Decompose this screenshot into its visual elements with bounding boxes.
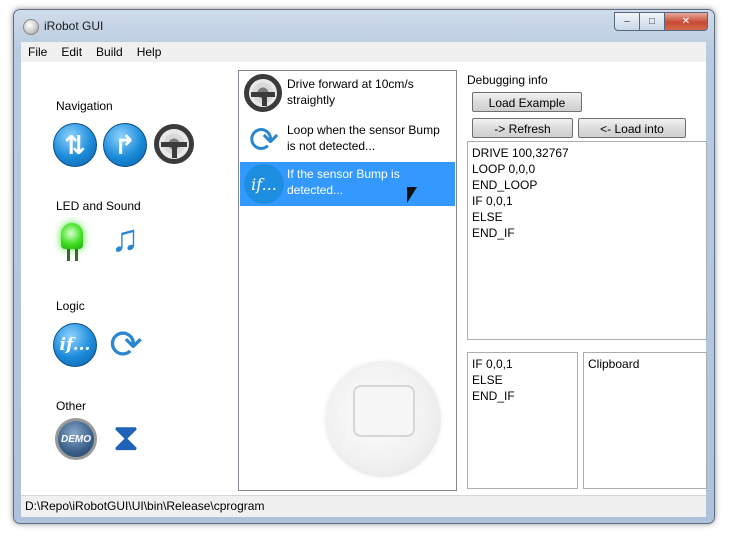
up-down-arrow-icon: ⇅ bbox=[53, 123, 97, 167]
steering-wheel-icon bbox=[154, 124, 194, 164]
maximize-button[interactable]: □ bbox=[639, 12, 665, 31]
wheel-shape bbox=[244, 74, 282, 112]
menu-help[interactable]: Help bbox=[130, 45, 169, 59]
led-sound-label: LED and Sound bbox=[56, 199, 141, 213]
if-tool[interactable]: if... bbox=[53, 323, 97, 367]
status-bar: D:\Repo\iRobotGUI\UI\bin\Release\cprogra… bbox=[21, 495, 706, 517]
if-glyph: if... bbox=[59, 335, 91, 355]
program-list[interactable]: Drive forward at 10cm/s straightly ⟳ Loo… bbox=[238, 70, 457, 491]
music-note-icon: ♫ bbox=[110, 218, 140, 260]
program-item-text: Drive forward at 10cm/s straightly bbox=[287, 77, 414, 107]
snippet-textbox[interactable]: IF 0,0,1 ELSE END_IF bbox=[467, 352, 578, 489]
other-label: Other bbox=[56, 399, 87, 413]
menu-bar: File Edit Build Help bbox=[21, 42, 706, 62]
program-item-loop[interactable]: ⟳ Loop when the sensor Bump is not detec… bbox=[240, 118, 455, 162]
steering-tool[interactable] bbox=[154, 124, 198, 168]
refresh-source-button[interactable]: -> Refresh Source bbox=[472, 118, 573, 156]
loop-icon: ⟳ bbox=[248, 119, 280, 160]
robot-watermark-image bbox=[325, 361, 441, 477]
source-code-textbox[interactable]: DRIVE 100,32767 LOOP 0,0,0 END_LOOP IF 0… bbox=[467, 141, 707, 340]
menu-file[interactable]: File bbox=[21, 45, 54, 59]
clipboard-textbox[interactable]: Clipboard bbox=[583, 352, 707, 489]
window-title: iRobot GUI bbox=[44, 19, 104, 33]
drive-straight-tool[interactable]: ⇅ bbox=[53, 123, 97, 167]
up-down-glyph: ⇅ bbox=[64, 129, 86, 160]
turn-tool[interactable]: ↱ bbox=[103, 123, 147, 167]
close-button[interactable]: ✕ bbox=[664, 12, 708, 31]
mouse-cursor-icon bbox=[407, 187, 417, 203]
program-item-text: If the sensor Bump is detected... bbox=[287, 167, 400, 197]
load-into-graph-button[interactable]: <- Load into Graph bbox=[578, 118, 686, 156]
program-item-drive[interactable]: Drive forward at 10cm/s straightly bbox=[240, 72, 455, 116]
minimize-button[interactable]: – bbox=[614, 12, 640, 31]
title-bar[interactable]: iRobot GUI – □ ✕ bbox=[14, 10, 714, 41]
demo-glyph: DEMO bbox=[61, 433, 91, 445]
if-icon: if... bbox=[53, 323, 97, 367]
led-tool[interactable] bbox=[55, 219, 99, 263]
led-leg-right bbox=[75, 249, 78, 261]
if-icon: if... bbox=[244, 164, 284, 204]
navigation-label: Navigation bbox=[56, 99, 113, 113]
demo-icon: DEMO bbox=[55, 418, 97, 460]
app-icon[interactable] bbox=[23, 19, 39, 35]
debugging-info-label: Debugging info bbox=[467, 73, 548, 87]
app-window: iRobot GUI – □ ✕ File Edit Build Help Na… bbox=[13, 9, 715, 524]
load-example-code-button[interactable]: Load Example Code bbox=[472, 92, 582, 130]
delay-tool[interactable]: ⧗ bbox=[104, 416, 148, 460]
loop-tool[interactable]: ⟳ bbox=[104, 323, 148, 367]
if-glyph: if... bbox=[251, 174, 277, 194]
program-item-if[interactable]: if... If the sensor Bump is detected... bbox=[240, 162, 455, 206]
turn-arrow-icon: ↱ bbox=[103, 123, 147, 167]
turn-glyph: ↱ bbox=[114, 129, 136, 160]
demo-tool[interactable]: DEMO bbox=[55, 418, 99, 462]
robot-body bbox=[353, 385, 415, 437]
menu-edit[interactable]: Edit bbox=[54, 45, 89, 59]
menu-build[interactable]: Build bbox=[89, 45, 130, 59]
led-icon bbox=[61, 223, 83, 249]
song-tool[interactable]: ♫ bbox=[103, 217, 147, 261]
main-area: Navigation ⇅ ↱ LED and Sound ♫ Logic if.… bbox=[21, 62, 707, 495]
led-leg-left bbox=[67, 249, 70, 261]
steering-wheel-icon bbox=[244, 74, 284, 114]
hourglass-icon: ⧗ bbox=[112, 417, 140, 459]
if-badge: if... bbox=[244, 164, 284, 204]
status-path: D:\Repo\iRobotGUI\UI\bin\Release\cprogra… bbox=[25, 499, 265, 513]
program-item-text: Loop when the sensor Bump is not detecte… bbox=[287, 123, 440, 153]
loop-icon: ⟳ bbox=[109, 323, 143, 367]
logic-label: Logic bbox=[56, 299, 85, 313]
